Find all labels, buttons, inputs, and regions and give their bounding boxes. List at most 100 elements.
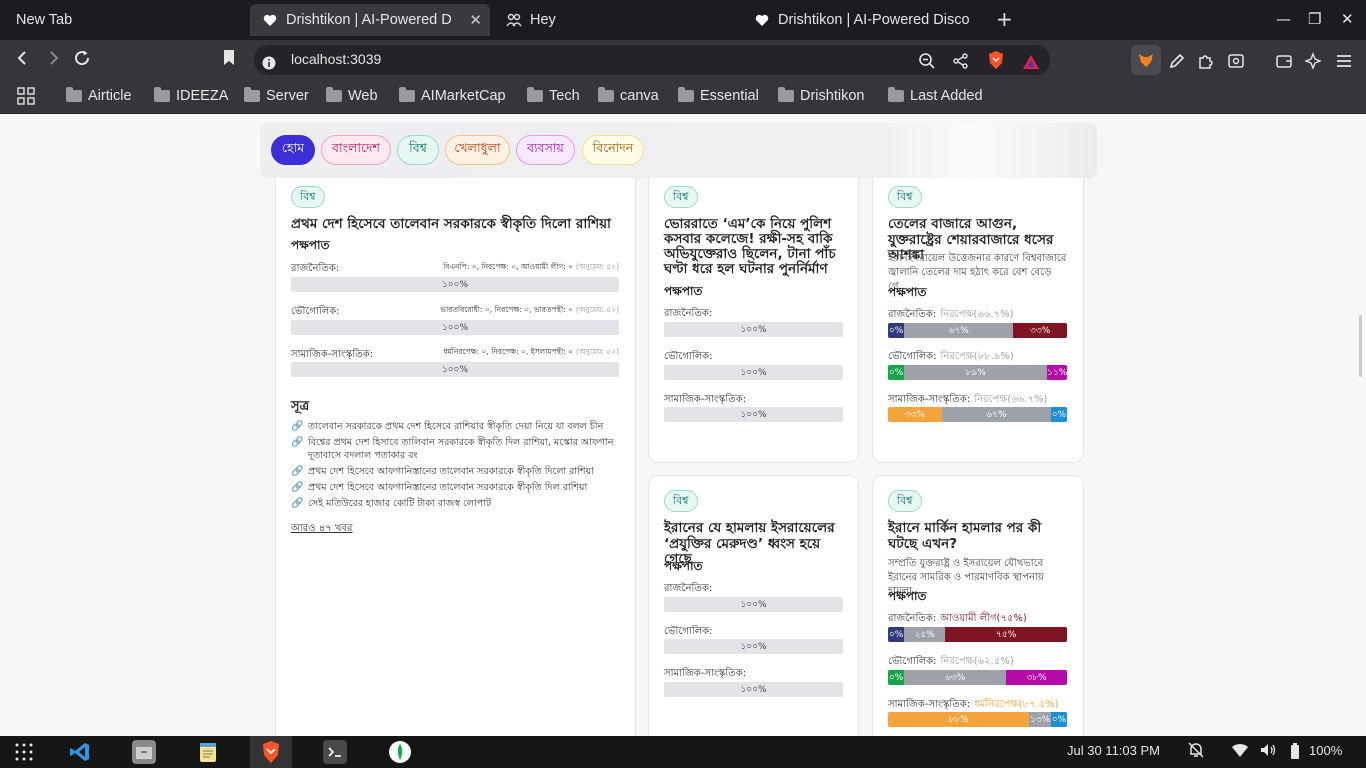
folder-icon: [244, 87, 260, 102]
clock[interactable]: Jul 30 11:03 PM: [1067, 743, 1160, 758]
terminal-icon[interactable]: [323, 740, 347, 764]
bookmark-folder-tech[interactable]: Tech: [527, 86, 580, 106]
maximize-icon[interactable]: ❐: [1308, 10, 1321, 28]
bookmark-folder-ideeza[interactable]: IDEEZA: [154, 86, 228, 106]
notifications-muted-icon[interactable]: [1187, 741, 1205, 762]
category-chip-sports[interactable]: খেলাধুলা: [445, 135, 510, 165]
bias-bar-sociocultural: ১০০%: [664, 682, 843, 697]
folder-icon: [678, 87, 694, 102]
bias-bar-segment: ৮৯%: [904, 365, 1048, 380]
extensions-puzzle-icon[interactable]: [1197, 51, 1215, 75]
bookmark-folder-canva[interactable]: canva: [598, 86, 659, 106]
bias-heading: পক্ষপাত: [664, 559, 703, 573]
reader-mode-icon[interactable]: [1227, 51, 1245, 75]
minimize-icon[interactable]: —: [1276, 10, 1291, 28]
bookmark-label: canva: [620, 88, 659, 104]
extension-fox-button[interactable]: [1131, 45, 1161, 75]
wifi-icon[interactable]: [1231, 742, 1249, 761]
leo-ai-icon[interactable]: [1304, 51, 1323, 75]
bias-bar-geographic: ১০০%: [664, 639, 843, 654]
source-link[interactable]: 🔗 সেই মতিউরের হাজার কোটি টাকা রাজস্ব লোপা…: [291, 497, 621, 510]
source-link[interactable]: 🔗 বিশ্বের প্রথম দেশ হিসাবে তালিবান সরকারক…: [291, 436, 621, 462]
brave-shield-icon[interactable]: [987, 50, 1005, 75]
bias-bar-segment: ৭৫%: [945, 627, 1067, 642]
reload-icon[interactable]: [73, 48, 91, 72]
folder-icon: [326, 87, 342, 102]
category-chip-business[interactable]: ব্যবসায়: [516, 135, 575, 165]
bias-bar-segment: ১১%: [1047, 365, 1067, 380]
category-tag: বিশ্ব: [888, 490, 922, 512]
app-grid-icon[interactable]: [12, 740, 36, 764]
category-chip-home[interactable]: হোম: [271, 135, 315, 165]
bias-bar-segment: ৬৩%: [904, 670, 1007, 685]
bias-label-political: রাজনৈতিক:: [291, 263, 340, 274]
bias-bar-segment: ৩৩%: [1013, 323, 1067, 338]
category-tag: বিশ্ব: [888, 186, 922, 208]
tab-hey[interactable]: Hey: [506, 0, 726, 40]
tab-drishtikon-active[interactable]: Drishtikon | AI-Powered D ✕: [250, 4, 490, 36]
folder-icon: [66, 87, 82, 102]
bias-bar-sociocultural: ৩৩% ৬৭% ০%: [888, 407, 1067, 422]
brave-browser-icon[interactable]: [259, 740, 283, 764]
volume-icon[interactable]: [1259, 742, 1277, 761]
people-favicon-icon: [506, 12, 522, 28]
source-link[interactable]: 🔗 প্রথম দেশ হিসেবে আফগানিস্তানের তালেবান …: [291, 481, 621, 494]
menu-icon[interactable]: [1335, 51, 1353, 75]
bookmark-folder-aimarketcap[interactable]: AIMarketCap: [399, 86, 506, 106]
info-icon[interactable]: [262, 51, 276, 75]
pen-icon[interactable]: [1168, 51, 1186, 75]
back-icon[interactable]: [14, 48, 32, 72]
fox-icon: [1139, 54, 1153, 67]
bookmark-folder-airticle[interactable]: Airticle: [66, 86, 132, 106]
source-link[interactable]: 🔗 তালেবান সরকারকে প্রথম দেশ হিসেবে রাশিয়…: [291, 420, 621, 433]
forward-icon[interactable]: [44, 48, 62, 72]
bias-heading: পক্ষপাত: [664, 284, 703, 298]
tab-drishtikon-2[interactable]: Drishtikon | AI-Powered Disco: [754, 0, 990, 40]
more-news-link[interactable]: আরও ৪৭ খবর: [291, 521, 353, 538]
bias-label-geographic: ভৌগোলিক: নিরপেক্ষ(৬২.৫%): [888, 656, 1014, 667]
bias-breakdown-sociocultural: ধর্মনিরপেক্ষ: ০, নিরপেক্ষ: ০, ইসলামপন্থী…: [443, 347, 619, 356]
vscode-icon[interactable]: [68, 740, 92, 764]
share-icon[interactable]: [952, 51, 970, 75]
mongodb-compass-icon[interactable]: [388, 740, 412, 764]
news-title[interactable]: ভোররাতে ‘এম’কে নিয়ে পুলিশ কসবার কলেজে! …: [664, 217, 846, 277]
scrollbar-thumb[interactable]: [1359, 315, 1362, 377]
category-chip-bangladesh[interactable]: বাংলাদেশ: [321, 135, 391, 165]
folder-icon: [527, 87, 543, 102]
close-tab-icon[interactable]: ✕: [469, 11, 482, 29]
tab-new-tab[interactable]: New Tab: [16, 0, 236, 40]
category-chip-world[interactable]: বিশ্ব: [397, 135, 439, 165]
apps-grid-icon[interactable]: [17, 86, 35, 110]
brave-rewards-icon[interactable]: [1022, 51, 1040, 75]
bookmark-label: Airticle: [88, 88, 132, 104]
bias-bar-segment: ০%: [888, 365, 905, 380]
bookmark-folder-last-added[interactable]: Last Added: [888, 86, 983, 106]
bookmark-folder-server[interactable]: Server: [244, 86, 309, 106]
featured-title[interactable]: প্রথম দেশ হিসেবে তালেবান সরকারকে স্বীকৃত…: [291, 216, 621, 233]
text-editor-icon[interactable]: [196, 740, 220, 764]
wallet-icon[interactable]: [1275, 51, 1293, 75]
files-icon[interactable]: [132, 740, 156, 764]
new-tab-plus-icon[interactable]: +: [996, 7, 1013, 31]
category-chip-entertainment[interactable]: বিনোদন: [582, 135, 644, 165]
news-title[interactable]: ইরানে মার্কিন হামলার পর কী ঘটছে এখন?: [888, 520, 1073, 552]
bias-bar-segment: ০%: [888, 627, 905, 642]
bookmark-folder-essential[interactable]: Essential: [678, 86, 759, 106]
bias-bar-political: ১০০%: [664, 322, 843, 337]
bias-label-political: রাজনৈতিক: নিরপেক্ষ(৬৬.৭%): [888, 309, 1014, 320]
close-window-icon[interactable]: ✕: [1341, 10, 1354, 28]
url-text[interactable]: localhost:3039: [291, 51, 381, 67]
bookmark-folder-drishtikon[interactable]: Drishtikon: [778, 86, 864, 106]
bias-bar-segment: ৩৩%: [888, 407, 942, 422]
bias-lean: ধর্মনিরপেক্ষ(৮৭.৫%): [974, 699, 1059, 710]
bias-heading: পক্ষপাত: [888, 589, 927, 603]
bookmark-folder-web[interactable]: Web: [326, 86, 378, 106]
bias-bar-segment: ৩৮%: [1006, 670, 1067, 685]
bias-lean: নিরপেক্ষ(৬২.৫%): [940, 656, 1014, 667]
battery-icon[interactable]: [1288, 742, 1302, 763]
bias-bar-geographic: ০% ৬৩% ৩৮%: [888, 670, 1067, 685]
bookmark-icon[interactable]: [222, 48, 236, 72]
source-link[interactable]: 🔗 প্রথম দেশ হিসেবে আফগানিস্তানের তালেবান …: [291, 465, 621, 478]
zoom-out-icon[interactable]: [918, 51, 936, 75]
bias-bar-segment: ৬৭%: [941, 407, 1051, 422]
